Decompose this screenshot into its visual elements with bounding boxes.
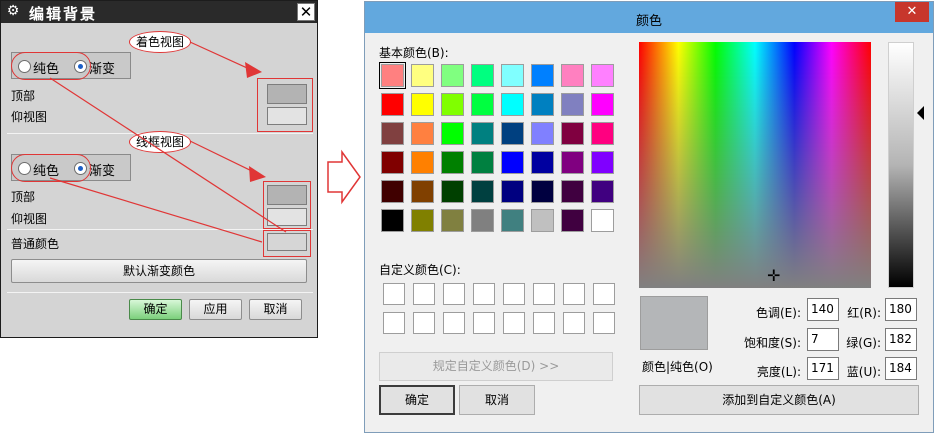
basic-color-swatch[interactable] xyxy=(591,64,614,87)
custom-color-swatch[interactable] xyxy=(413,312,435,334)
basic-color-swatch[interactable] xyxy=(501,151,524,174)
basic-color-swatch[interactable] xyxy=(471,151,494,174)
cancel-button[interactable]: 取消 xyxy=(459,385,535,415)
current-color-preview xyxy=(640,296,708,350)
green-label: 绿(G): xyxy=(846,336,881,350)
crosshair-icon[interactable]: ✛ xyxy=(767,268,780,284)
custom-color-swatch[interactable] xyxy=(563,312,585,334)
basic-color-swatch[interactable] xyxy=(531,151,554,174)
basic-color-swatch[interactable] xyxy=(561,122,584,145)
basic-colors-grid xyxy=(379,62,621,240)
basic-color-swatch[interactable] xyxy=(591,151,614,174)
close-icon[interactable]: ✕ xyxy=(895,2,929,22)
add-to-custom-colors-button[interactable]: 添加到自定义颜色(A) xyxy=(639,385,919,415)
color-spectrum[interactable] xyxy=(639,42,871,288)
color-solid-label: 颜色|纯色(O) xyxy=(642,360,713,374)
basic-color-swatch[interactable] xyxy=(379,62,406,89)
luminance-bar[interactable] xyxy=(888,42,914,288)
basic-color-swatch[interactable] xyxy=(441,122,464,145)
red-label: 红(R): xyxy=(847,306,881,320)
basic-color-swatch[interactable] xyxy=(501,180,524,203)
basic-colors-label: 基本颜色(B): xyxy=(379,46,449,60)
basic-color-swatch[interactable] xyxy=(381,209,404,232)
basic-color-swatch[interactable] xyxy=(561,93,584,116)
basic-color-swatch[interactable] xyxy=(561,209,584,232)
basic-color-swatch[interactable] xyxy=(591,93,614,116)
basic-color-swatch[interactable] xyxy=(441,180,464,203)
luminance-field[interactable]: 171 xyxy=(807,357,839,380)
basic-color-swatch[interactable] xyxy=(471,209,494,232)
basic-color-swatch[interactable] xyxy=(381,93,404,116)
custom-color-swatch[interactable] xyxy=(593,283,615,305)
basic-color-swatch[interactable] xyxy=(411,122,434,145)
basic-color-swatch[interactable] xyxy=(531,180,554,203)
custom-colors-grid xyxy=(383,283,623,337)
basic-color-swatch[interactable] xyxy=(561,151,584,174)
basic-color-swatch[interactable] xyxy=(411,180,434,203)
basic-color-swatch[interactable] xyxy=(501,64,524,87)
custom-color-swatch[interactable] xyxy=(593,312,615,334)
basic-color-swatch[interactable] xyxy=(441,151,464,174)
basic-color-swatch[interactable] xyxy=(531,209,554,232)
custom-color-swatch[interactable] xyxy=(503,312,525,334)
custom-color-swatch[interactable] xyxy=(443,312,465,334)
basic-color-swatch[interactable] xyxy=(591,122,614,145)
custom-color-swatch[interactable] xyxy=(563,283,585,305)
basic-color-swatch[interactable] xyxy=(471,93,494,116)
basic-color-swatch[interactable] xyxy=(411,151,434,174)
basic-color-swatch[interactable] xyxy=(591,209,614,232)
custom-color-swatch[interactable] xyxy=(383,283,405,305)
basic-color-swatch[interactable] xyxy=(531,93,554,116)
basic-color-swatch[interactable] xyxy=(471,180,494,203)
saturation-field[interactable]: 7 xyxy=(807,328,839,351)
basic-color-swatch[interactable] xyxy=(411,93,434,116)
basic-color-swatch[interactable] xyxy=(441,93,464,116)
basic-color-swatch[interactable] xyxy=(381,122,404,145)
custom-color-swatch[interactable] xyxy=(533,312,555,334)
basic-color-swatch[interactable] xyxy=(531,122,554,145)
basic-color-swatch[interactable] xyxy=(411,209,434,232)
saturation-label: 饱和度(S): xyxy=(743,336,801,350)
basic-color-swatch[interactable] xyxy=(381,151,404,174)
hue-label: 色调(E): xyxy=(756,306,801,320)
basic-color-swatch[interactable] xyxy=(501,122,524,145)
luminance-label: 亮度(L): xyxy=(756,365,801,379)
red-field[interactable]: 180 xyxy=(885,298,917,321)
custom-color-swatch[interactable] xyxy=(443,283,465,305)
basic-color-swatch[interactable] xyxy=(471,122,494,145)
custom-color-swatch[interactable] xyxy=(533,283,555,305)
basic-color-swatch[interactable] xyxy=(381,180,404,203)
basic-color-swatch[interactable] xyxy=(411,64,434,87)
custom-color-swatch[interactable] xyxy=(473,312,495,334)
dialog-title: 颜色 xyxy=(635,14,662,29)
color-dialog: 颜色 ✕ 基本颜色(B): 自定义颜色(C): 规定自定义颜色(D) >> 确定… xyxy=(364,1,934,433)
luminance-slider-icon[interactable] xyxy=(917,106,924,120)
custom-color-swatch[interactable] xyxy=(383,312,405,334)
custom-color-swatch[interactable] xyxy=(413,283,435,305)
blue-label: 蓝(U): xyxy=(846,365,881,379)
green-field[interactable]: 182 xyxy=(885,328,917,351)
blue-field[interactable]: 184 xyxy=(885,357,917,380)
basic-color-swatch[interactable] xyxy=(501,93,524,116)
custom-color-swatch[interactable] xyxy=(503,283,525,305)
basic-color-swatch[interactable] xyxy=(561,64,584,87)
arrow-right-icon xyxy=(327,149,361,205)
hue-field[interactable]: 140 xyxy=(807,298,839,321)
basic-color-swatch[interactable] xyxy=(561,180,584,203)
basic-color-swatch[interactable] xyxy=(531,64,554,87)
basic-color-swatch[interactable] xyxy=(441,209,464,232)
define-custom-colors-button[interactable]: 规定自定义颜色(D) >> xyxy=(379,352,613,381)
ok-button[interactable]: 确定 xyxy=(379,385,455,415)
basic-color-swatch[interactable] xyxy=(591,180,614,203)
custom-color-swatch[interactable] xyxy=(473,283,495,305)
basic-color-swatch[interactable] xyxy=(501,209,524,232)
custom-colors-label: 自定义颜色(C): xyxy=(379,263,461,277)
basic-color-swatch[interactable] xyxy=(441,64,464,87)
basic-color-swatch[interactable] xyxy=(471,64,494,87)
